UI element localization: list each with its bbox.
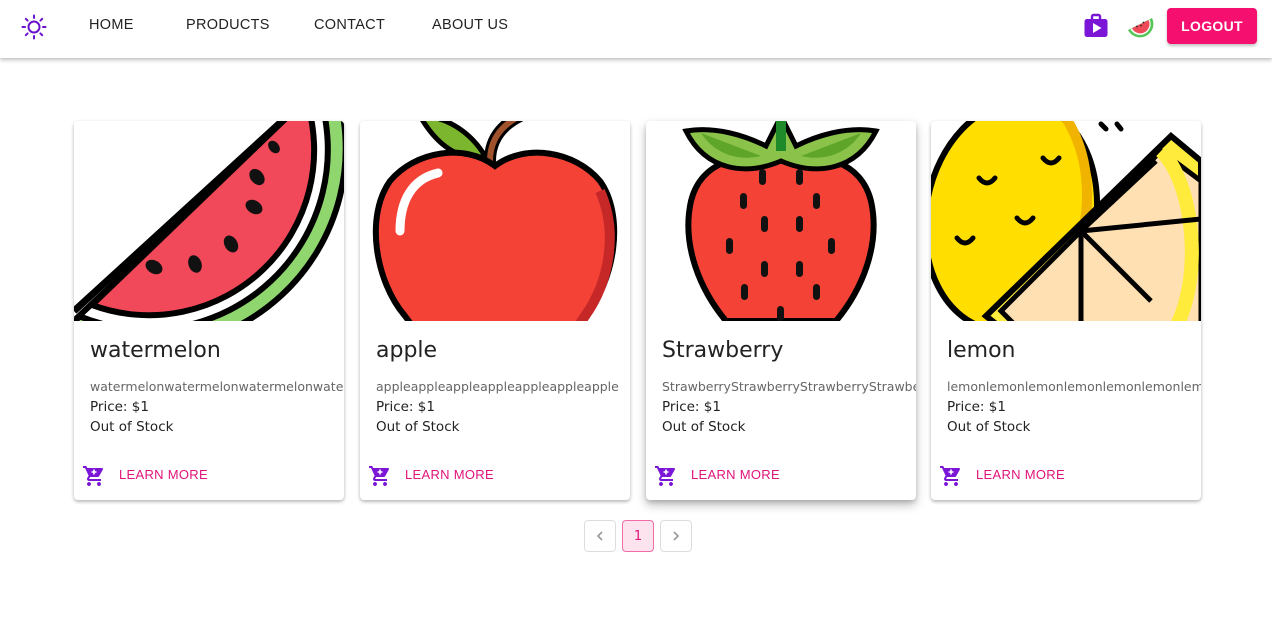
apple-image (360, 121, 630, 321)
app-bar: HOME PRODUCTS CONTACT ABOUT US LOGOUT (0, 0, 1272, 58)
product-card-watermelon: watermelon watermelonwatermelonwatermelo… (74, 121, 344, 500)
product-stock: Out of Stock (662, 419, 746, 435)
strawberry-image (646, 121, 916, 321)
nav-contact[interactable]: CONTACT (314, 0, 385, 50)
learn-more-button[interactable]: LEARN MORE (976, 467, 1065, 482)
sun-icon[interactable] (19, 12, 49, 42)
product-description: watermelonwatermelonwatermelonwatermelon (90, 379, 344, 394)
learn-more-button[interactable]: LEARN MORE (119, 467, 208, 482)
chevron-right-icon[interactable] (660, 520, 692, 552)
product-title: lemon (947, 338, 1016, 363)
nav-about-us[interactable]: ABOUT US (432, 0, 508, 50)
watermelon-image (74, 121, 344, 321)
nav-home[interactable]: HOME (89, 0, 134, 50)
play-bag-icon[interactable] (1079, 9, 1113, 43)
product-card-lemon: lemon lemonlemonlemonlemonlemonlemonlemo… (931, 121, 1201, 500)
page-button-current[interactable]: 1 (622, 520, 654, 552)
add-cart-icon[interactable] (82, 464, 106, 488)
learn-more-button[interactable]: LEARN MORE (405, 467, 494, 482)
chevron-left-icon[interactable] (584, 520, 616, 552)
product-description: StrawberryStrawberryStrawberryStrawberry (662, 379, 916, 394)
product-card-strawberry: Strawberry StrawberryStrawberryStrawberr… (646, 121, 916, 500)
product-title: apple (376, 338, 438, 363)
product-description: appleappleappleappleappleappleapple (376, 379, 619, 394)
product-price: Price: $1 (90, 399, 149, 415)
product-stock: Out of Stock (947, 419, 1031, 435)
product-description: lemonlemonlemonlemonlemonlemonlemon (947, 379, 1201, 394)
product-stock: Out of Stock (90, 419, 174, 435)
product-title: Strawberry (662, 338, 784, 363)
learn-more-button[interactable]: LEARN MORE (691, 467, 780, 482)
header-actions: LOGOUT (1079, 8, 1257, 44)
pagination: 1 (584, 520, 698, 552)
product-price: Price: $1 (947, 399, 1006, 415)
nav-products[interactable]: PRODUCTS (186, 0, 270, 50)
product-title: watermelon (90, 338, 221, 363)
lemon-image (931, 121, 1201, 321)
add-cart-icon[interactable] (654, 464, 678, 488)
logout-button[interactable]: LOGOUT (1167, 8, 1257, 44)
product-price: Price: $1 (662, 399, 721, 415)
watermelon-avatar-icon[interactable] (1123, 9, 1157, 43)
product-price: Price: $1 (376, 399, 435, 415)
add-cart-icon[interactable] (368, 464, 392, 488)
product-stock: Out of Stock (376, 419, 460, 435)
product-card-apple: apple appleappleappleappleappleappleappl… (360, 121, 630, 500)
add-cart-icon[interactable] (939, 464, 963, 488)
